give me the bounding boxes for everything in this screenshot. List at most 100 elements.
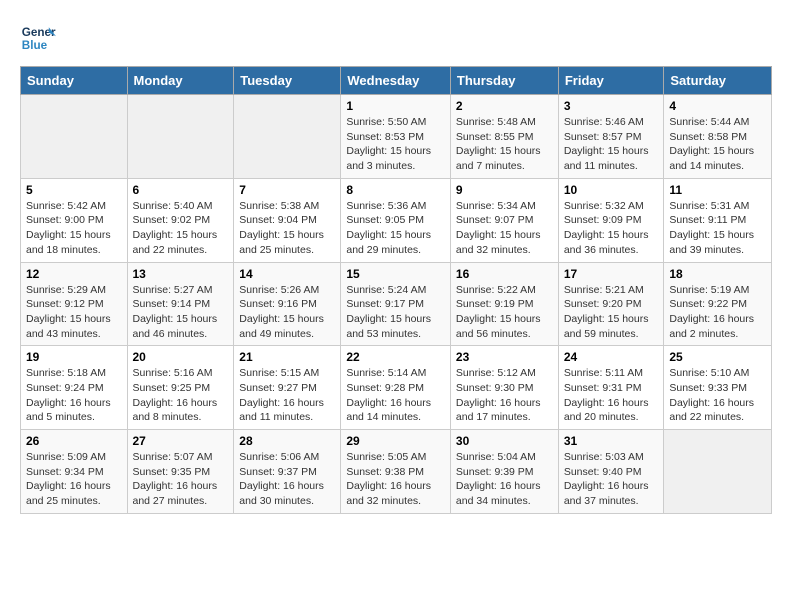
day-info: Sunrise: 5:48 AM Sunset: 8:55 PM Dayligh…: [456, 115, 553, 174]
day-number: 30: [456, 434, 553, 448]
weekday-header-tuesday: Tuesday: [234, 67, 341, 95]
day-number: 18: [669, 267, 766, 281]
day-info: Sunrise: 5:46 AM Sunset: 8:57 PM Dayligh…: [564, 115, 659, 174]
day-number: 26: [26, 434, 122, 448]
day-info: Sunrise: 5:44 AM Sunset: 8:58 PM Dayligh…: [669, 115, 766, 174]
day-number: 28: [239, 434, 335, 448]
calendar-cell: [127, 95, 234, 179]
calendar-week-5: 26 Sunrise: 5:09 AM Sunset: 9:34 PM Dayli…: [21, 430, 772, 514]
day-number: 27: [133, 434, 229, 448]
calendar-cell: 4 Sunrise: 5:44 AM Sunset: 8:58 PM Daylig…: [664, 95, 772, 179]
calendar-cell: 28 Sunrise: 5:06 AM Sunset: 9:37 PM Dayli…: [234, 430, 341, 514]
page-header: General Blue: [20, 20, 772, 56]
logo-icon: General Blue: [20, 20, 56, 56]
day-number: 29: [346, 434, 445, 448]
day-number: 22: [346, 350, 445, 364]
day-number: 7: [239, 183, 335, 197]
calendar-cell: 26 Sunrise: 5:09 AM Sunset: 9:34 PM Dayli…: [21, 430, 128, 514]
day-number: 1: [346, 99, 445, 113]
calendar-cell: 31Sunrise: 5:03 AM Sunset: 9:40 PM Dayli…: [558, 430, 664, 514]
day-number: 19: [26, 350, 122, 364]
day-info: Sunrise: 5:10 AM Sunset: 9:33 PM Dayligh…: [669, 366, 766, 425]
calendar-table: SundayMondayTuesdayWednesdayThursdayFrid…: [20, 66, 772, 514]
day-info: Sunrise: 5:31 AM Sunset: 9:11 PM Dayligh…: [669, 199, 766, 258]
day-number: 11: [669, 183, 766, 197]
calendar-cell: 15Sunrise: 5:24 AM Sunset: 9:17 PM Dayli…: [341, 262, 451, 346]
calendar-cell: 27Sunrise: 5:07 AM Sunset: 9:35 PM Dayli…: [127, 430, 234, 514]
day-number: 2: [456, 99, 553, 113]
calendar-cell: 5 Sunrise: 5:42 AM Sunset: 9:00 PM Daylig…: [21, 178, 128, 262]
calendar-week-3: 12Sunrise: 5:29 AM Sunset: 9:12 PM Dayli…: [21, 262, 772, 346]
day-number: 16: [456, 267, 553, 281]
weekday-header-monday: Monday: [127, 67, 234, 95]
weekday-header-row: SundayMondayTuesdayWednesdayThursdayFrid…: [21, 67, 772, 95]
weekday-header-thursday: Thursday: [450, 67, 558, 95]
day-info: Sunrise: 5:06 AM Sunset: 9:37 PM Dayligh…: [239, 450, 335, 509]
day-number: 8: [346, 183, 445, 197]
day-info: Sunrise: 5:36 AM Sunset: 9:05 PM Dayligh…: [346, 199, 445, 258]
calendar-cell: 21Sunrise: 5:15 AM Sunset: 9:27 PM Dayli…: [234, 346, 341, 430]
day-info: Sunrise: 5:21 AM Sunset: 9:20 PM Dayligh…: [564, 283, 659, 342]
day-info: Sunrise: 5:22 AM Sunset: 9:19 PM Dayligh…: [456, 283, 553, 342]
calendar-cell: 25 Sunrise: 5:10 AM Sunset: 9:33 PM Dayli…: [664, 346, 772, 430]
day-number: 20: [133, 350, 229, 364]
calendar-cell: 11 Sunrise: 5:31 AM Sunset: 9:11 PM Dayli…: [664, 178, 772, 262]
calendar-cell: 6 Sunrise: 5:40 AM Sunset: 9:02 PM Daylig…: [127, 178, 234, 262]
day-number: 10: [564, 183, 659, 197]
weekday-header-saturday: Saturday: [664, 67, 772, 95]
day-number: 17: [564, 267, 659, 281]
calendar-week-4: 19 Sunrise: 5:18 AM Sunset: 9:24 PM Dayli…: [21, 346, 772, 430]
calendar-cell: 29 Sunrise: 5:05 AM Sunset: 9:38 PM Dayli…: [341, 430, 451, 514]
day-number: 14: [239, 267, 335, 281]
day-info: Sunrise: 5:27 AM Sunset: 9:14 PM Dayligh…: [133, 283, 229, 342]
day-number: 9: [456, 183, 553, 197]
day-number: 5: [26, 183, 122, 197]
calendar-cell: 7 Sunrise: 5:38 AM Sunset: 9:04 PM Daylig…: [234, 178, 341, 262]
day-info: Sunrise: 5:19 AM Sunset: 9:22 PM Dayligh…: [669, 283, 766, 342]
calendar-cell: 19 Sunrise: 5:18 AM Sunset: 9:24 PM Dayli…: [21, 346, 128, 430]
day-info: Sunrise: 5:03 AM Sunset: 9:40 PM Dayligh…: [564, 450, 659, 509]
calendar-cell: 23Sunrise: 5:12 AM Sunset: 9:30 PM Dayli…: [450, 346, 558, 430]
calendar-cell: 22 Sunrise: 5:14 AM Sunset: 9:28 PM Dayli…: [341, 346, 451, 430]
day-info: Sunrise: 5:11 AM Sunset: 9:31 PM Dayligh…: [564, 366, 659, 425]
day-number: 25: [669, 350, 766, 364]
calendar-cell: 16 Sunrise: 5:22 AM Sunset: 9:19 PM Dayli…: [450, 262, 558, 346]
day-info: Sunrise: 5:09 AM Sunset: 9:34 PM Dayligh…: [26, 450, 122, 509]
day-info: Sunrise: 5:14 AM Sunset: 9:28 PM Dayligh…: [346, 366, 445, 425]
day-number: 4: [669, 99, 766, 113]
day-number: 23: [456, 350, 553, 364]
calendar-cell: 30Sunrise: 5:04 AM Sunset: 9:39 PM Dayli…: [450, 430, 558, 514]
calendar-cell: 12Sunrise: 5:29 AM Sunset: 9:12 PM Dayli…: [21, 262, 128, 346]
calendar-cell: [664, 430, 772, 514]
calendar-cell: 14 Sunrise: 5:26 AM Sunset: 9:16 PM Dayli…: [234, 262, 341, 346]
day-info: Sunrise: 5:18 AM Sunset: 9:24 PM Dayligh…: [26, 366, 122, 425]
day-info: Sunrise: 5:34 AM Sunset: 9:07 PM Dayligh…: [456, 199, 553, 258]
logo: General Blue: [20, 20, 56, 56]
svg-text:Blue: Blue: [22, 39, 48, 52]
day-info: Sunrise: 5:42 AM Sunset: 9:00 PM Dayligh…: [26, 199, 122, 258]
day-number: 3: [564, 99, 659, 113]
calendar-cell: 3 Sunrise: 5:46 AM Sunset: 8:57 PM Daylig…: [558, 95, 664, 179]
day-info: Sunrise: 5:26 AM Sunset: 9:16 PM Dayligh…: [239, 283, 335, 342]
calendar-cell: 20 Sunrise: 5:16 AM Sunset: 9:25 PM Dayli…: [127, 346, 234, 430]
calendar-cell: 18 Sunrise: 5:19 AM Sunset: 9:22 PM Dayli…: [664, 262, 772, 346]
day-info: Sunrise: 5:32 AM Sunset: 9:09 PM Dayligh…: [564, 199, 659, 258]
calendar-week-2: 5 Sunrise: 5:42 AM Sunset: 9:00 PM Daylig…: [21, 178, 772, 262]
day-number: 6: [133, 183, 229, 197]
calendar-cell: 1 Sunrise: 5:50 AM Sunset: 8:53 PM Daylig…: [341, 95, 451, 179]
weekday-header-wednesday: Wednesday: [341, 67, 451, 95]
weekday-header-friday: Friday: [558, 67, 664, 95]
day-info: Sunrise: 5:29 AM Sunset: 9:12 PM Dayligh…: [26, 283, 122, 342]
day-number: 13: [133, 267, 229, 281]
day-number: 15: [346, 267, 445, 281]
day-number: 21: [239, 350, 335, 364]
day-info: Sunrise: 5:05 AM Sunset: 9:38 PM Dayligh…: [346, 450, 445, 509]
calendar-cell: 24Sunrise: 5:11 AM Sunset: 9:31 PM Dayli…: [558, 346, 664, 430]
calendar-cell: 17 Sunrise: 5:21 AM Sunset: 9:20 PM Dayli…: [558, 262, 664, 346]
day-info: Sunrise: 5:50 AM Sunset: 8:53 PM Dayligh…: [346, 115, 445, 174]
day-info: Sunrise: 5:40 AM Sunset: 9:02 PM Dayligh…: [133, 199, 229, 258]
day-info: Sunrise: 5:16 AM Sunset: 9:25 PM Dayligh…: [133, 366, 229, 425]
calendar-cell: 10 Sunrise: 5:32 AM Sunset: 9:09 PM Dayli…: [558, 178, 664, 262]
day-info: Sunrise: 5:38 AM Sunset: 9:04 PM Dayligh…: [239, 199, 335, 258]
calendar-cell: [21, 95, 128, 179]
